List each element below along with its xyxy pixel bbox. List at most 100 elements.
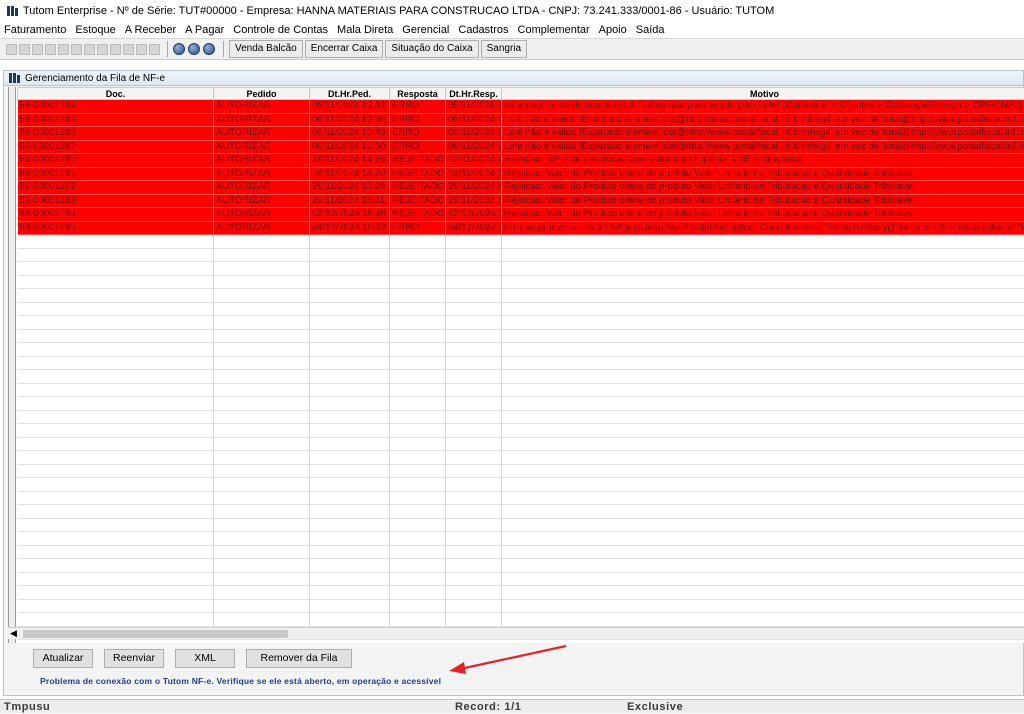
cell-dt-hr-resp[interactable]: 06/11/2024 1 — [446, 127, 502, 141]
column-header-doc[interactable]: Doc. — [18, 88, 214, 100]
table-row[interactable]: 59-00001291AUTORIZAR29/11/2024 15:20REJE… — [18, 167, 1024, 181]
table-row[interactable]: 59-00001294AUTORIZAR02/12/2024 15:48REJE… — [18, 208, 1024, 222]
menu-estoque[interactable]: Estoque — [75, 24, 115, 36]
venda-balcao-button[interactable]: Venda Balcão — [229, 40, 303, 58]
cell-dt-hr-ped[interactable]: 04/12/2024 10:32 — [310, 221, 390, 235]
cell-dt-hr-ped[interactable]: 05/11/2024 10:34 — [310, 100, 390, 114]
table-row[interactable]: 59-00001284AUTORIZAR05/11/2024 10:34ERRO… — [18, 100, 1024, 114]
column-header-motivo[interactable]: Motivo — [502, 88, 1024, 100]
cell-pedido[interactable]: AUTORIZAR — [214, 100, 310, 114]
cell-resposta[interactable]: ERRO — [390, 140, 446, 154]
cell-resposta[interactable]: REJEITADO — [390, 167, 446, 181]
table-row[interactable]: 59-00001287AUTORIZAR06/11/2024 10:50ERRO… — [18, 140, 1024, 154]
cell-motivo[interactable]: Rejeicao: Valor do Produto difere do pro… — [502, 181, 1024, 195]
scrollbar-thumb[interactable] — [23, 630, 288, 638]
edit-record-icon[interactable] — [84, 44, 95, 55]
first-record-icon[interactable] — [6, 44, 17, 55]
column-header-pedido[interactable]: Pedido — [214, 88, 310, 100]
table-row[interactable]: 59-00001295AUTORIZAR04/12/2024 10:32ERRO… — [18, 221, 1024, 235]
encerrar-caixa-button[interactable]: Encerrar Caixa — [305, 40, 384, 58]
column-header-dt-hr-ped[interactable]: Dt.Hr.Ped. — [310, 88, 390, 100]
horizontal-scrollbar[interactable]: ◀ — [8, 627, 1024, 639]
cell-dt-hr-ped[interactable]: 06/11/2024 10:49 — [310, 127, 390, 141]
cell-doc[interactable]: 59-00001289 — [18, 154, 214, 168]
menu-controle-de-contas[interactable]: Controle de Contas — [233, 24, 328, 36]
cell-resposta[interactable]: ERRO — [390, 221, 446, 235]
menu-gerencial[interactable]: Gerencial — [402, 24, 449, 36]
cell-dt-hr-resp[interactable]: 02/12/2024 1 — [446, 208, 502, 222]
column-header-resposta[interactable]: Resposta — [390, 88, 446, 100]
cell-doc[interactable]: 59-00001292 — [18, 181, 214, 195]
cell-motivo[interactable]: Lote não é válido !Esperado element 'det… — [502, 113, 1024, 127]
cell-dt-hr-ped[interactable]: 29/11/2024 15:28 — [310, 181, 390, 195]
next-record-icon[interactable] — [32, 44, 43, 55]
post-record-icon[interactable] — [97, 44, 108, 55]
table-row[interactable]: 59-00001292AUTORIZAR29/11/2024 15:28REJE… — [18, 181, 1024, 195]
column-header-dt-hr-resp[interactable]: Dt.Hr.Resp. — [446, 88, 502, 100]
cell-doc[interactable]: 59-00001293 — [18, 194, 214, 208]
cell-pedido[interactable]: AUTORIZAR — [214, 221, 310, 235]
cell-pedido[interactable]: AUTORIZAR — [214, 194, 310, 208]
remover-da-fila-button[interactable]: Remover da Fila — [246, 649, 352, 668]
cell-dt-hr-resp[interactable]: 05/11/2024 1 — [446, 100, 502, 114]
menu-mala-direta[interactable]: Mala Direta — [337, 24, 393, 36]
nfe-queue-grid[interactable]: Doc. Pedido Dt.Hr.Ped. Resposta Dt.Hr.Re… — [8, 87, 1024, 643]
cell-resposta[interactable]: REJEITADO — [390, 208, 446, 222]
atualizar-button[interactable]: Atualizar — [33, 649, 93, 668]
menu-saida[interactable]: Saída — [636, 24, 665, 36]
cell-resposta[interactable]: REJEITADO — [390, 181, 446, 195]
menu-faturamento[interactable]: Faturamento — [4, 24, 66, 36]
cell-dt-hr-resp[interactable]: 29/11/2024 1 — [446, 194, 502, 208]
table-row[interactable]: 59-00001289AUTORIZAR18/11/2024 14:25REJE… — [18, 154, 1024, 168]
cell-pedido[interactable]: AUTORIZAR — [214, 154, 310, 168]
cell-dt-hr-resp[interactable]: 29/11/2024 1 — [446, 181, 502, 195]
cell-pedido[interactable]: AUTORIZAR — [214, 127, 310, 141]
xml-button[interactable]: XML — [175, 649, 235, 668]
last-record-icon[interactable] — [45, 44, 56, 55]
cell-doc[interactable]: 59-00001295 — [18, 221, 214, 235]
cell-dt-hr-ped[interactable]: 29/11/2024 15:20 — [310, 167, 390, 181]
cell-pedido[interactable]: AUTORIZAR — [214, 181, 310, 195]
cell-pedido[interactable]: AUTORIZAR — [214, 167, 310, 181]
refresh-record-icon[interactable] — [123, 44, 134, 55]
web-icon[interactable] — [188, 43, 200, 55]
cell-motivo[interactable]: Informações de destinatário não informad… — [502, 100, 1024, 114]
cancel-record-icon[interactable] — [110, 44, 121, 55]
menu-apoio[interactable]: Apoio — [599, 24, 627, 36]
prior-record-icon[interactable] — [19, 44, 30, 55]
cell-dt-hr-ped[interactable]: 18/11/2024 14:25 — [310, 154, 390, 168]
cell-dt-hr-ped[interactable]: 02/12/2024 15:48 — [310, 208, 390, 222]
sangria-button[interactable]: Sangria — [481, 40, 527, 58]
table-row[interactable]: 59-00001285AUTORIZAR06/11/2024 10:36ERRO… — [18, 113, 1024, 127]
cell-motivo[interactable]: Erro ao processar fila da NF:java.lang.N… — [502, 221, 1024, 235]
cell-dt-hr-ped[interactable]: 06/11/2024 10:36 — [310, 113, 390, 127]
insert-record-icon[interactable] — [58, 44, 69, 55]
menu-a-receber[interactable]: A Receber — [125, 24, 176, 36]
menu-a-pagar[interactable]: A Pagar — [185, 24, 224, 36]
menu-complementar[interactable]: Complementar — [518, 24, 590, 36]
cell-motivo[interactable]: Rejeicao: Valor do Produto difere do pro… — [502, 167, 1024, 181]
cell-doc[interactable]: 59-00001286 — [18, 127, 214, 141]
cell-dt-hr-ped[interactable]: 06/11/2024 10:50 — [310, 140, 390, 154]
cell-resposta[interactable]: ERRO — [390, 100, 446, 114]
cell-motivo[interactable]: Rejeicao: Valor do Produto difere do pro… — [502, 194, 1024, 208]
cell-doc[interactable]: 59-00001285 — [18, 113, 214, 127]
globe-icon[interactable] — [173, 43, 185, 55]
exit-icon[interactable] — [203, 43, 215, 55]
search-record-icon[interactable] — [136, 44, 147, 55]
situacao-do-caixa-button[interactable]: Situação do Caixa — [385, 40, 478, 58]
cell-pedido[interactable]: AUTORIZAR — [214, 140, 310, 154]
cell-resposta[interactable]: REJEITADO — [390, 194, 446, 208]
print-record-icon[interactable] — [149, 44, 160, 55]
cell-pedido[interactable]: AUTORIZAR — [214, 113, 310, 127]
scroll-left-icon[interactable]: ◀ — [10, 628, 17, 639]
cell-motivo[interactable]: Rejeicao: NF-e de devolucao com valor to… — [502, 154, 1024, 168]
table-row[interactable]: 59-00001293AUTORIZAR29/11/2024 15:31REJE… — [18, 194, 1024, 208]
cell-motivo[interactable]: Rejeicao: Valor do Produto difere do pro… — [502, 208, 1024, 222]
cell-pedido[interactable]: AUTORIZAR — [214, 208, 310, 222]
cell-motivo[interactable]: Lote não é válido !Esperado element 'det… — [502, 127, 1024, 141]
cell-doc[interactable]: 59-00001294 — [18, 208, 214, 222]
cell-dt-hr-ped[interactable]: 29/11/2024 15:31 — [310, 194, 390, 208]
cell-doc[interactable]: 59-00001284 — [18, 100, 214, 114]
cell-dt-hr-resp[interactable]: 06/11/2024 1 — [446, 113, 502, 127]
